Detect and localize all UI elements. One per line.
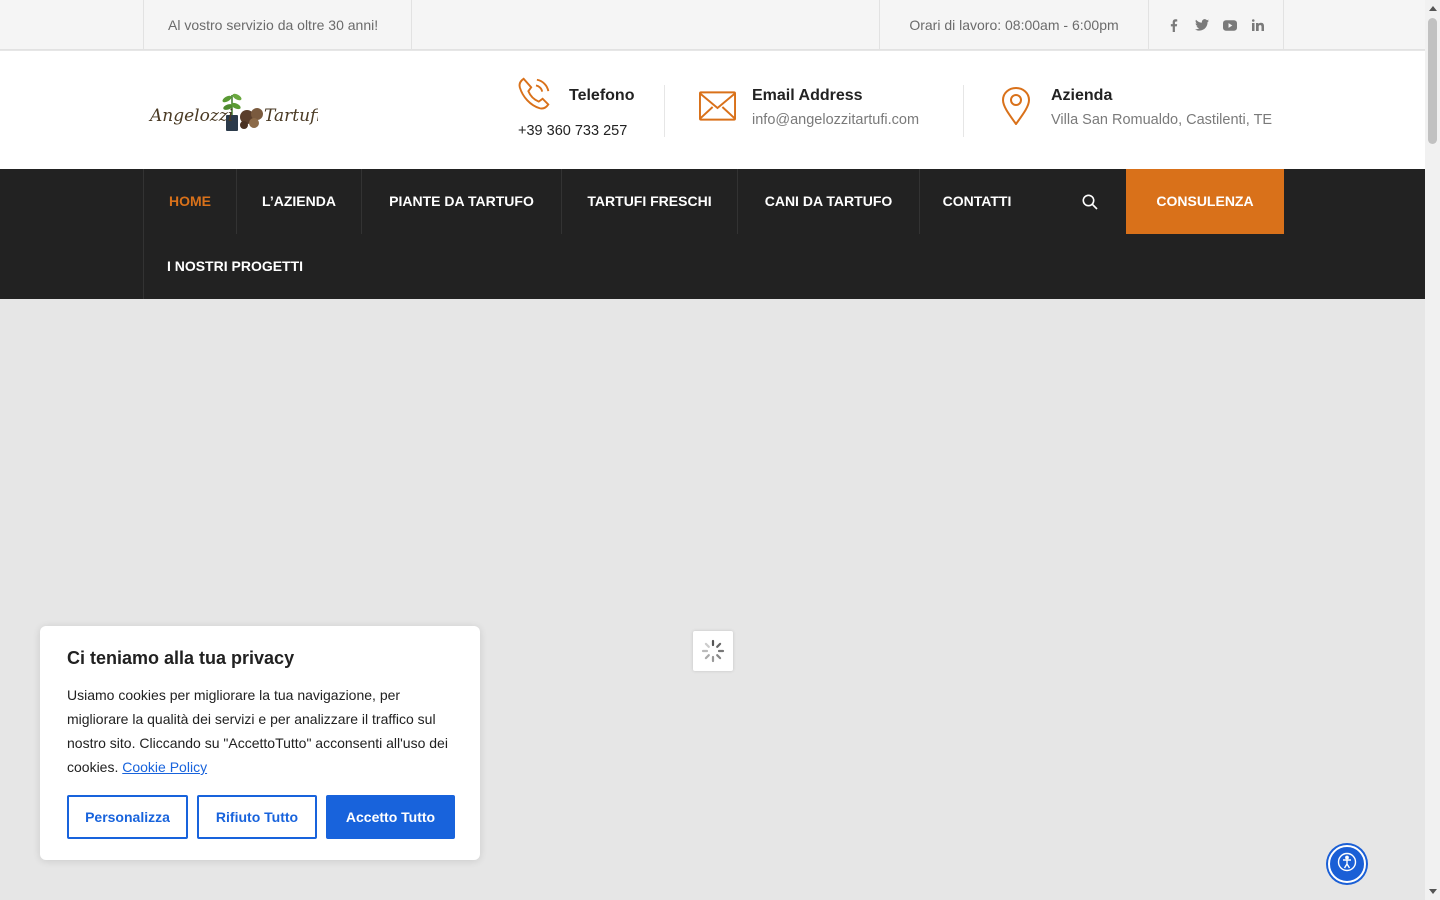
cookie-buttons: Personalizza Rifiuto Tutto Accetto Tutto (67, 795, 455, 839)
cookie-title: Ci teniamo alla tua privacy (67, 648, 295, 668)
company-address: Villa San Romualdo, Castilenti, TE (1051, 112, 1273, 128)
main-nav: HOME L’AZIENDA PIANTE DA TARTUFO TARTUFI… (0, 169, 1425, 299)
accessibility-button[interactable] (1328, 845, 1366, 883)
email-contact: Email Address info@angelozzitartufi.com (699, 75, 939, 145)
nav-item-home[interactable]: HOME (144, 169, 237, 234)
cookie-text: Usiamo cookies per migliorare la tua nav… (67, 687, 448, 775)
map-pin-icon (1000, 86, 1040, 127)
svg-text:Angelozzi: Angelozzi (148, 106, 233, 126)
accessibility-icon (1337, 852, 1357, 877)
phone-title: Telefono (569, 87, 635, 104)
youtube-icon[interactable] (1223, 18, 1237, 32)
nav-item-piante[interactable]: PIANTE DA TARTUFO (362, 169, 562, 234)
tagline: Al vostro servizio da oltre 30 anni! (143, 0, 412, 50)
working-hours: Orari di lavoro: 08:00am - 6:00pm (879, 0, 1149, 50)
twitter-icon[interactable] (1195, 18, 1209, 32)
company-contact: Azienda Villa San Romualdo, Castilenti, … (1000, 75, 1284, 145)
header-divider (664, 85, 665, 137)
nav-item-cani[interactable]: CANI DA TARTUFO (738, 169, 920, 234)
scroll-down-arrow-icon[interactable] (1428, 886, 1437, 896)
site-header: Angelozzi Tartufi Telefono +39 360 733 2… (0, 51, 1425, 169)
linkedin-icon[interactable] (1251, 18, 1265, 32)
accept-all-button[interactable]: Accetto Tutto (326, 795, 455, 839)
reject-all-button[interactable]: Rifiuto Tutto (197, 795, 317, 839)
phone-contact: Telefono +39 360 733 257 (516, 75, 646, 145)
page-scrollbar[interactable] (1425, 0, 1440, 900)
company-title: Azienda (1051, 87, 1113, 104)
scroll-thumb[interactable] (1428, 18, 1437, 144)
nav-item-contatti[interactable]: CONTATTI (920, 169, 1034, 234)
scroll-up-arrow-icon[interactable] (1428, 3, 1437, 13)
phone-icon (516, 75, 556, 115)
cookie-banner: Ci teniamo alla tua privacy Usiamo cooki… (40, 626, 480, 860)
email-address[interactable]: info@angelozzitartufi.com (752, 112, 919, 128)
social-links (1149, 0, 1284, 50)
phone-number[interactable]: +39 360 733 257 (518, 123, 627, 139)
nav-item-azienda[interactable]: L’AZIENDA (237, 169, 362, 234)
nav-item-tartufi[interactable]: TARTUFI FRESCHI (562, 169, 738, 234)
loading-spinner (693, 631, 733, 671)
consulenza-button[interactable]: CONSULENZA (1126, 169, 1284, 234)
header-divider (963, 85, 964, 137)
top-bar: Al vostro servizio da oltre 30 anni! Ora… (0, 0, 1425, 50)
facebook-icon[interactable] (1167, 18, 1181, 32)
email-title: Email Address (752, 87, 863, 104)
search-icon[interactable] (1070, 169, 1110, 234)
envelope-icon (699, 91, 739, 131)
cookie-policy-link[interactable]: Cookie Policy (122, 759, 207, 775)
customize-button[interactable]: Personalizza (67, 795, 188, 839)
svg-text:Tartufi: Tartufi (264, 106, 318, 126)
site-logo[interactable]: Angelozzi Tartufi (148, 87, 321, 135)
nav-item-progetti[interactable]: I NOSTRI PROGETTI (144, 234, 326, 299)
